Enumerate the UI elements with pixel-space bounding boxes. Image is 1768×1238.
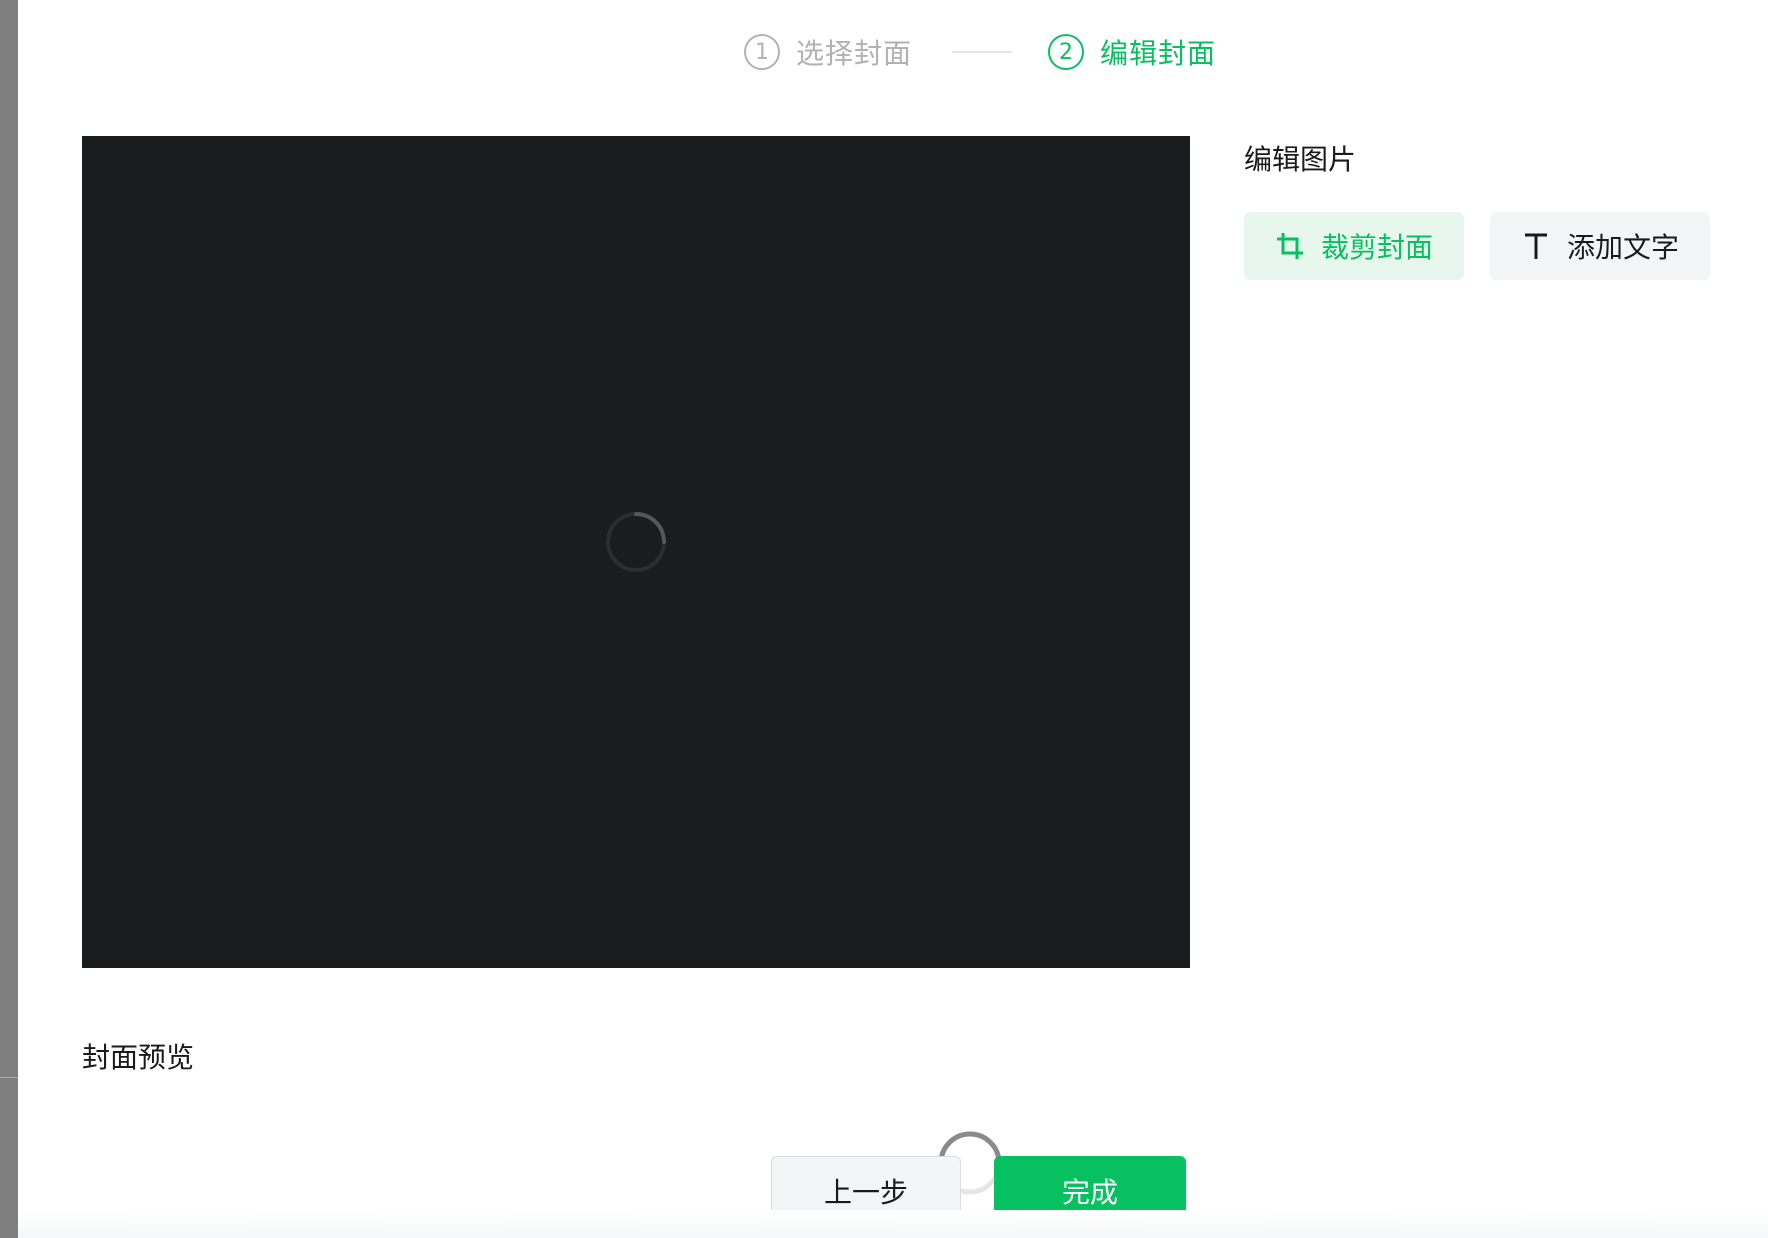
side-overlay-strip <box>0 0 18 1238</box>
step-number-2: 2 <box>1048 34 1085 70</box>
step-select-cover: 1 选择封面 <box>744 32 912 72</box>
bottom-fade <box>18 1210 1768 1238</box>
strip-divider <box>0 1077 18 1078</box>
cover-editor-page: 1 选择封面 2 编辑封面 编辑图片 裁剪封面 添加文字 封面预览 上一步 完成 <box>0 0 1768 1238</box>
step-edit-cover: 2 编辑封面 <box>1048 32 1216 72</box>
add-text-label: 添加文字 <box>1566 231 1679 264</box>
step-label-edit-cover: 编辑封面 <box>1100 37 1217 70</box>
loading-spinner-icon <box>606 512 666 572</box>
cover-preview-title: 封面预览 <box>82 1041 195 1074</box>
step-connector <box>952 51 1013 53</box>
crop-icon <box>1275 231 1305 261</box>
image-canvas[interactable] <box>82 136 1190 968</box>
crop-cover-label: 裁剪封面 <box>1320 231 1433 264</box>
text-icon <box>1521 231 1551 261</box>
step-indicator: 1 选择封面 2 编辑封面 <box>744 30 1216 74</box>
edit-image-title: 编辑图片 <box>1244 143 1357 176</box>
step-label-select-cover: 选择封面 <box>796 37 913 70</box>
add-text-button[interactable]: 添加文字 <box>1490 212 1710 280</box>
crop-cover-button[interactable]: 裁剪封面 <box>1244 212 1464 280</box>
step-number-1: 1 <box>744 34 780 70</box>
